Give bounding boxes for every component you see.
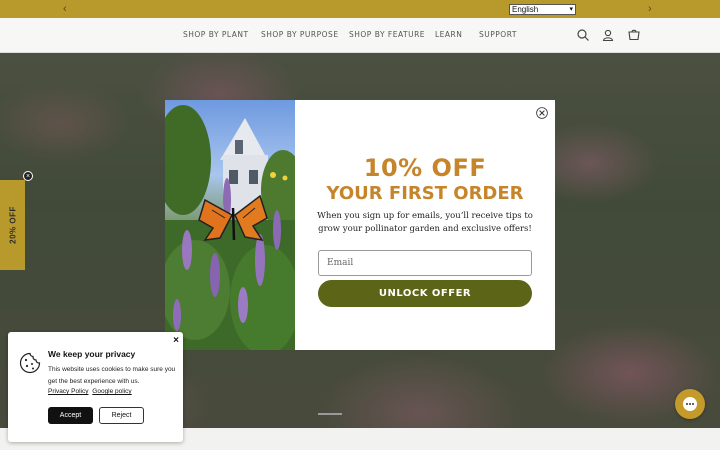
accept-cookies-button[interactable]: Accept bbox=[48, 407, 93, 424]
side-tab-close-button[interactable]: × bbox=[23, 171, 33, 181]
site-header: SHOP BY PLANT SHOP BY PURPOSE SHOP BY FE… bbox=[0, 18, 720, 53]
language-selected-value: English bbox=[512, 5, 539, 14]
email-signup-modal: 10% OFF YOUR FIRST ORDER When you sign u… bbox=[165, 100, 555, 350]
signup-description: When you sign up for emails, you’ll rece… bbox=[317, 211, 533, 234]
chevron-down-icon: ▾ bbox=[569, 6, 573, 13]
cookie-icon bbox=[19, 352, 41, 374]
nav-support[interactable]: SUPPORT bbox=[479, 30, 517, 39]
next-announcement-button[interactable]: › bbox=[648, 2, 652, 16]
account-icon[interactable] bbox=[601, 28, 615, 42]
language-select[interactable]: English ▾ bbox=[509, 4, 576, 15]
monarch-butterfly-image bbox=[165, 100, 295, 350]
cart-icon[interactable] bbox=[627, 28, 641, 42]
cookie-description: This website uses cookies to make sure y… bbox=[48, 366, 176, 385]
cookie-close-button[interactable]: × bbox=[173, 335, 179, 346]
cookie-consent-banner: We keep your privacy This website uses c… bbox=[8, 332, 183, 442]
discount-headline: 10% OFF bbox=[363, 154, 487, 182]
email-field[interactable] bbox=[318, 250, 532, 276]
chat-launcher-button[interactable] bbox=[675, 389, 705, 419]
side-tab-label: 20% OFF bbox=[8, 206, 17, 244]
nav-learn[interactable]: LEARN bbox=[435, 30, 462, 39]
cookie-policy-links: Privacy Policy Google policy bbox=[48, 388, 134, 395]
cookie-title: We keep your privacy bbox=[48, 349, 136, 359]
chat-icon bbox=[683, 397, 697, 411]
nav-shop-by-purpose[interactable]: SHOP BY PURPOSE bbox=[261, 30, 339, 39]
prev-announcement-button[interactable]: ‹ bbox=[63, 2, 67, 16]
discount-subheadline: YOUR FIRST ORDER bbox=[326, 183, 524, 204]
modal-content: 10% OFF YOUR FIRST ORDER When you sign u… bbox=[295, 100, 555, 350]
nav-shop-by-plant[interactable]: SHOP BY PLANT bbox=[183, 30, 249, 39]
google-policy-link[interactable]: Google policy bbox=[92, 388, 131, 395]
close-icon[interactable] bbox=[536, 107, 548, 119]
discount-side-tab[interactable]: 20% OFF bbox=[0, 180, 25, 270]
search-icon[interactable] bbox=[576, 28, 590, 42]
slide-indicator[interactable] bbox=[318, 413, 342, 415]
announcement-bar: ‹ English ▾ › bbox=[0, 0, 720, 18]
unlock-offer-button[interactable]: UNLOCK OFFER bbox=[318, 280, 532, 307]
reject-cookies-button[interactable]: Reject bbox=[99, 407, 144, 424]
nav-shop-by-feature[interactable]: SHOP BY FEATURE bbox=[349, 30, 425, 39]
privacy-policy-link[interactable]: Privacy Policy bbox=[48, 388, 88, 395]
